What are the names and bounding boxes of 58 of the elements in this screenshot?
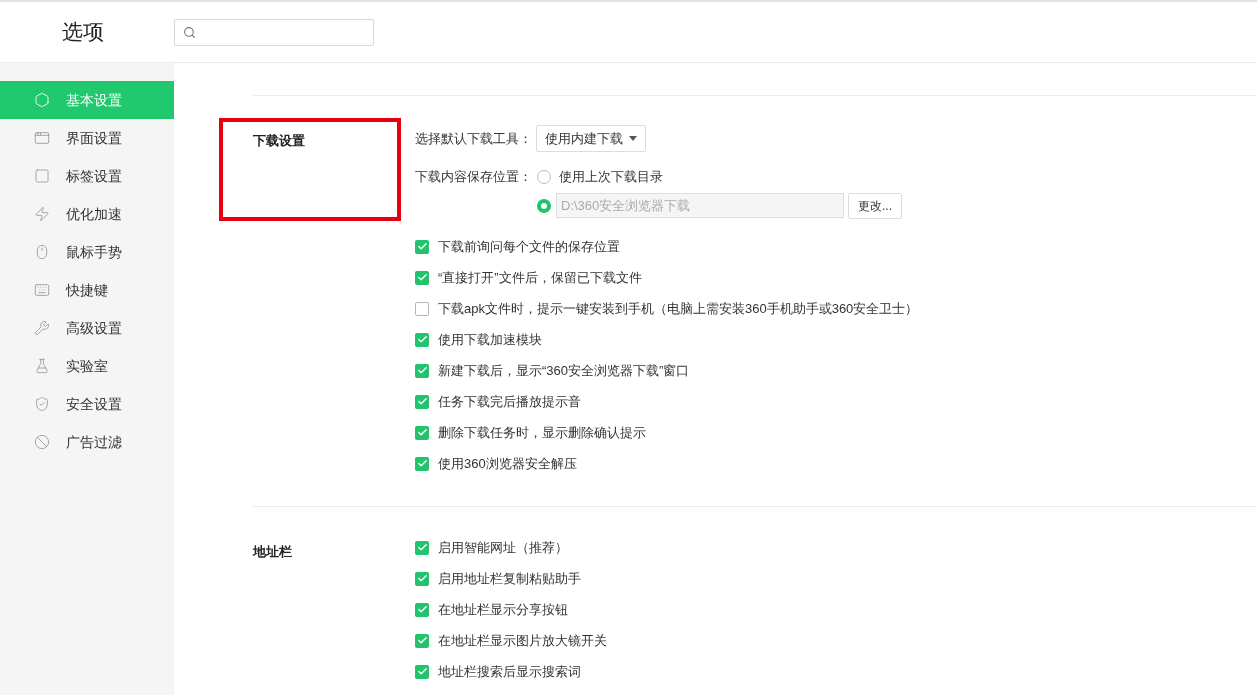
mouse-icon: [34, 244, 50, 260]
sidebar-item[interactable]: 广告过滤: [0, 423, 174, 461]
checkbox[interactable]: [415, 602, 429, 617]
checkbox[interactable]: [415, 540, 429, 555]
sidebar-item[interactable]: 鼠标手势: [0, 233, 174, 271]
checkbox-label: 启用地址栏复制粘贴助手: [438, 569, 581, 588]
checkbox[interactable]: [415, 239, 429, 254]
sidebar-item[interactable]: 安全设置: [0, 385, 174, 423]
field-label: 下载内容保存位置：: [415, 168, 533, 187]
checkbox-label: 在地址栏显示分享按钮: [438, 600, 568, 619]
radio-button[interactable]: [537, 170, 551, 184]
sidebar-item[interactable]: 标签设置: [0, 157, 174, 195]
checkbox[interactable]: [415, 394, 429, 409]
change-button[interactable]: 更改...: [848, 192, 902, 219]
checkbox-label: “直接打开”文件后，保留已下载文件: [438, 268, 642, 287]
checkbox-label: 下载前询问每个文件的保存位置: [438, 237, 620, 256]
square-icon: [34, 168, 50, 184]
hexagon-icon: [34, 92, 50, 108]
checkbox-label: 新建下载后，显示“360安全浏览器下载”窗口: [438, 361, 690, 380]
checkbox-label: 删除下载任务时，显示删除确认提示: [438, 423, 646, 442]
search-icon: [183, 25, 196, 39]
sidebar-item[interactable]: 快捷键: [0, 271, 174, 309]
checkbox-label: 使用下载加速模块: [438, 330, 542, 349]
sidebar-item[interactable]: 界面设置: [0, 119, 174, 157]
sidebar-item[interactable]: 实验室: [0, 347, 174, 385]
field-label: 选择默认下载工具：: [415, 129, 533, 148]
checkbox-label: 地址栏搜索后显示搜索词: [438, 662, 581, 681]
radio-label: 使用上次下载目录: [559, 168, 663, 187]
checkbox[interactable]: [415, 456, 429, 471]
checkbox[interactable]: [415, 664, 429, 679]
window-icon: [34, 130, 50, 146]
caret-icon: [629, 136, 637, 141]
flask-icon: [34, 358, 50, 374]
checkbox-label: 在地址栏显示图片放大镜开关: [438, 631, 607, 650]
checkbox[interactable]: [415, 332, 429, 347]
page-title: 选项: [62, 19, 105, 46]
checkbox[interactable]: [415, 301, 429, 316]
checkbox[interactable]: [415, 363, 429, 378]
sidebar-item[interactable]: 高级设置: [0, 309, 174, 347]
checkbox-label: 使用360浏览器安全解压: [438, 454, 577, 473]
checkbox[interactable]: [415, 633, 429, 648]
search-field[interactable]: [174, 18, 374, 46]
shield-check-icon: [34, 396, 50, 412]
checkbox[interactable]: [415, 425, 429, 440]
keyboard-icon: [34, 282, 50, 298]
sidebar-item[interactable]: 优化加速: [0, 195, 174, 233]
radio-button[interactable]: [537, 198, 551, 213]
section-title: 地址栏: [253, 544, 292, 559]
section-title: 下载设置: [253, 133, 305, 148]
prohibited-icon: [34, 434, 50, 450]
lightning-icon: [34, 206, 50, 222]
checkbox-label: 下载apk文件时，提示一键安装到手机（电脑上需安装360手机助手或360安全卫士）: [438, 299, 919, 318]
checkbox-label: 任务下载完后播放提示音: [438, 392, 581, 411]
checkbox-label: 启用智能网址（推荐）: [438, 538, 568, 557]
download-tool-dropdown[interactable]: 使用内建下载: [536, 125, 646, 152]
wrench-icon: [34, 320, 50, 336]
checkbox[interactable]: [415, 571, 429, 586]
checkbox[interactable]: [415, 270, 429, 285]
